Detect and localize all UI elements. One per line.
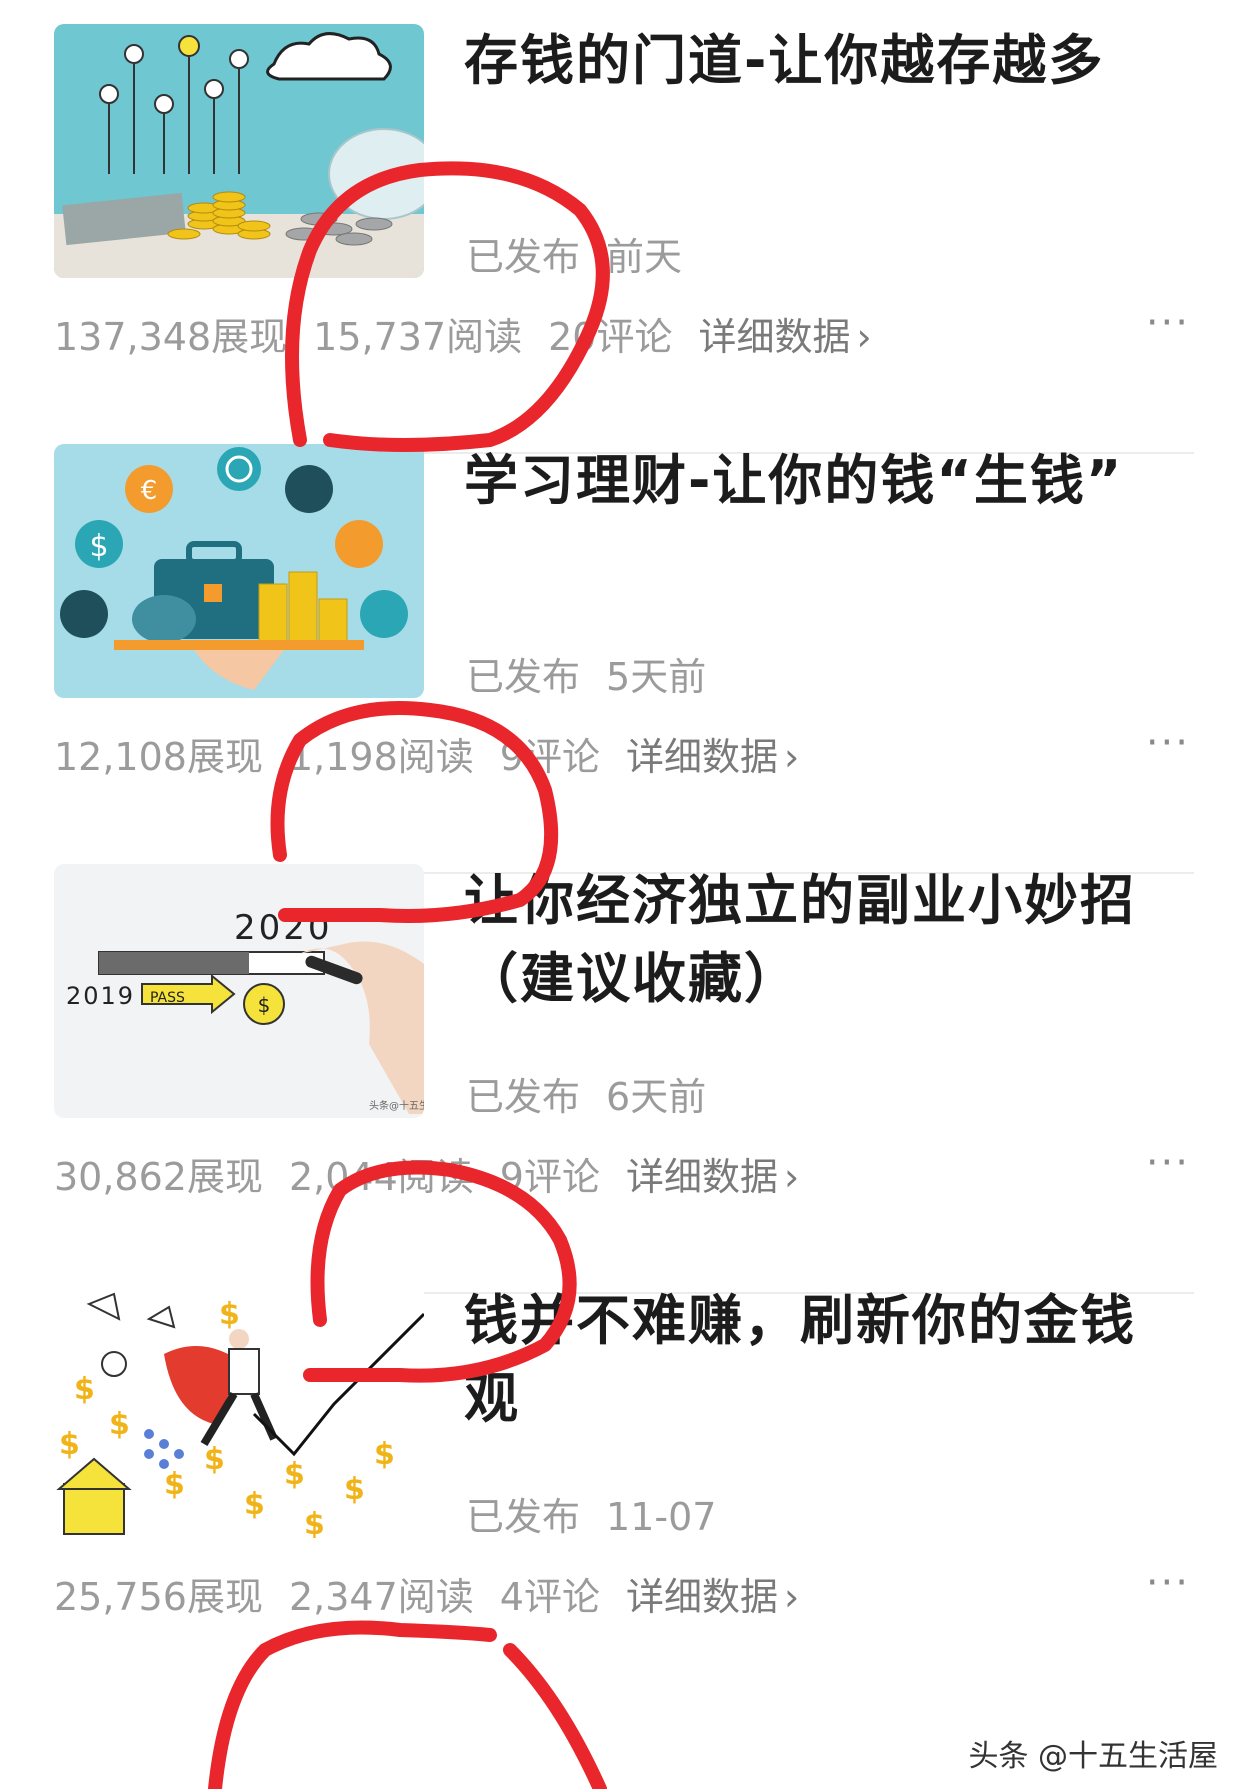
svg-text:$: $ xyxy=(284,1457,305,1492)
article-card[interactable]: € $ 学习理财-让你的钱“生钱” 已发布 5天前 12,108展现 1,198… xyxy=(54,420,1194,900)
more-options-icon[interactable]: ··· xyxy=(1146,1140,1190,1186)
publish-info: 已发布 5天前 xyxy=(466,646,706,701)
article-stats: 30,862展现 2,044阅读 9评论 详细数据 › xyxy=(54,1146,1194,1199)
svg-text:$: $ xyxy=(219,1297,240,1332)
chevron-right-icon[interactable]: › xyxy=(856,315,871,359)
reads-count: 15,737阅读 xyxy=(313,315,523,359)
watermark: 头条 @十五生活屋 xyxy=(968,1739,1218,1774)
more-options-icon[interactable]: ··· xyxy=(1146,1560,1190,1606)
chevron-right-icon[interactable]: › xyxy=(784,1155,799,1199)
chevron-right-icon[interactable]: › xyxy=(784,1575,799,1619)
article-thumbnail[interactable]: $ $ $ $ $ $ $ $ $ $ $ xyxy=(54,1284,424,1538)
thumb-credit: 头条@十五生活 xyxy=(369,1099,424,1112)
finance-illustration: € $ xyxy=(54,444,424,698)
publish-status: 已发布 xyxy=(466,1495,581,1539)
reads-count: 2,044阅读 xyxy=(288,1155,474,1199)
comments-count: 4评论 xyxy=(499,1575,600,1619)
impressions-count: 12,108展现 xyxy=(54,735,263,779)
article-card[interactable]: $ $ $ $ $ $ $ $ $ $ $ 钱并不难赚，刷新你的金钱观 已发布 … xyxy=(54,1260,1194,1740)
detail-data-link[interactable]: 详细数据 xyxy=(626,726,778,781)
year-old-label: 2019 xyxy=(66,982,135,1010)
reads-count: 1,198阅读 xyxy=(288,735,474,779)
article-thumbnail[interactable]: € $ xyxy=(54,444,424,698)
pass-label: PASS xyxy=(150,990,185,1006)
article-stats: 12,108展现 1,198阅读 9评论 详细数据 › xyxy=(54,726,1194,779)
svg-text:$: $ xyxy=(258,993,271,1017)
detail-data-link[interactable]: 详细数据 xyxy=(626,1146,778,1201)
publish-status: 已发布 xyxy=(466,1075,581,1119)
impressions-count: 25,756展现 xyxy=(54,1575,263,1619)
publish-time: 5天前 xyxy=(606,655,707,699)
article-stats: 137,348展现 15,737阅读 20评论 详细数据 › xyxy=(54,306,1194,359)
reads-count: 2,347阅读 xyxy=(288,1575,474,1619)
publish-info: 已发布 11-07 xyxy=(466,1486,716,1541)
svg-text:$: $ xyxy=(374,1437,395,1472)
comments-count: 20评论 xyxy=(548,315,673,359)
article-thumbnail[interactable] xyxy=(54,24,424,278)
impressions-count: 30,862展现 xyxy=(54,1155,263,1199)
money-hero-illustration: $ $ $ $ $ $ $ $ $ $ $ xyxy=(54,1284,424,1538)
svg-text:$: $ xyxy=(89,529,108,564)
svg-text:$: $ xyxy=(304,1507,325,1538)
article-card[interactable]: 2020 2019 PASS $ 头条@十五生活 让你经济独立的副业小妙招（建议… xyxy=(54,840,1194,1320)
article-title[interactable]: 学习理财-让你的钱“生钱” xyxy=(464,442,1164,520)
article-stats: 25,756展现 2,347阅读 4评论 详细数据 › xyxy=(54,1566,1194,1619)
article-card[interactable]: 存钱的门道-让你越存越多 已发布 前天 137,348展现 15,737阅读 20评论… xyxy=(54,0,1194,480)
article-title[interactable]: 让你经济独立的副业小妙招（建议收藏） xyxy=(464,862,1164,1018)
article-feed: 存钱的门道-让你越存越多 已发布 前天 137,348展现 15,737阅读 20评论… xyxy=(0,0,1242,1789)
article-title[interactable]: 存钱的门道-让你越存越多 xyxy=(464,22,1164,100)
chevron-right-icon[interactable]: › xyxy=(784,735,799,779)
more-options-icon[interactable]: ··· xyxy=(1146,300,1190,346)
publish-time: 前天 xyxy=(606,235,683,279)
progress-2020-illustration: 2020 2019 PASS $ 头条@十五生活 xyxy=(54,864,424,1118)
publish-info: 已发布 前天 xyxy=(466,226,682,281)
svg-text:€: € xyxy=(141,476,158,506)
svg-text:$: $ xyxy=(344,1472,365,1507)
publish-status: 已发布 xyxy=(466,235,581,279)
article-thumbnail[interactable]: 2020 2019 PASS $ 头条@十五生活 xyxy=(54,864,424,1118)
detail-data-link[interactable]: 详细数据 xyxy=(698,306,850,361)
article-title[interactable]: 钱并不难赚，刷新你的金钱观 xyxy=(464,1282,1164,1438)
svg-text:$: $ xyxy=(244,1487,265,1522)
publish-time: 11-07 xyxy=(606,1495,717,1539)
more-options-icon[interactable]: ··· xyxy=(1146,720,1190,766)
year-new-label: 2020 xyxy=(234,908,333,948)
detail-data-link[interactable]: 详细数据 xyxy=(626,1566,778,1621)
svg-text:$: $ xyxy=(109,1407,130,1442)
publish-time: 6天前 xyxy=(606,1075,707,1119)
savings-illustration xyxy=(54,24,424,278)
comments-count: 9评论 xyxy=(499,1155,600,1199)
publish-status: 已发布 xyxy=(466,655,581,699)
svg-text:$: $ xyxy=(74,1372,95,1407)
impressions-count: 137,348展现 xyxy=(54,315,288,359)
comments-count: 9评论 xyxy=(499,735,600,779)
svg-text:$: $ xyxy=(164,1467,185,1502)
svg-text:$: $ xyxy=(204,1442,225,1477)
publish-info: 已发布 6天前 xyxy=(466,1066,706,1121)
svg-text:$: $ xyxy=(59,1427,80,1462)
